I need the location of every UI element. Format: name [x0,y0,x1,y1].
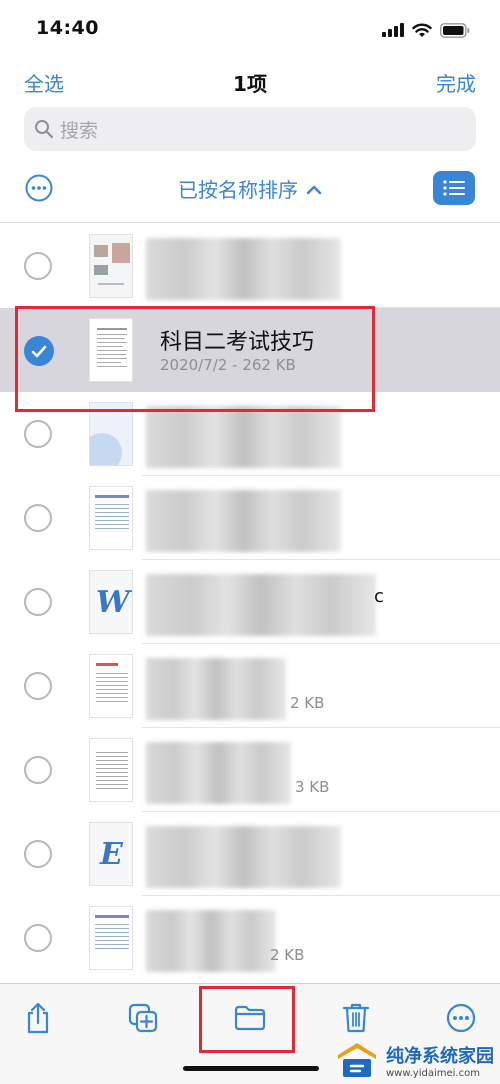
battery-icon [440,22,470,38]
redacted-filename [146,910,276,972]
nav-bar: 全选 1项 完成 [0,58,500,102]
file-row[interactable]: W c [0,560,500,644]
file-row[interactable]: 2 KB [0,644,500,728]
status-icons [382,20,470,40]
file-row[interactable] [0,224,500,308]
file-thumbnail [89,906,133,970]
status-bar: 14:40 [0,0,500,58]
more-icon [446,1003,476,1033]
page-title: 1项 [233,72,267,96]
file-meta: 2 KB [290,694,325,712]
file-thumbnail [89,234,133,298]
file-thumbnail [89,738,133,802]
redacted-filename [146,490,341,552]
selection-circle[interactable] [24,924,52,952]
redacted-filename [146,826,341,888]
selection-circle[interactable] [24,672,52,700]
redacted-filename [146,238,341,300]
word-doc-icon: W [89,570,133,634]
redacted-filename [146,658,286,720]
redacted-filename [146,742,291,804]
watermark-logo-icon [338,1043,376,1077]
excel-doc-icon: E [89,822,133,886]
file-thumbnail [89,486,133,550]
file-thumbnail [89,654,133,718]
file-meta: 3 KB [295,778,330,796]
file-row[interactable]: E [0,812,500,896]
sort-bar: 已按名称排序 [0,160,500,216]
redacted-filename [146,574,376,636]
trash-icon [342,1003,370,1033]
share-icon [27,1002,49,1034]
file-meta: 2 KB [270,946,305,964]
file-row[interactable]: 3 KB [0,728,500,812]
share-button[interactable] [18,998,58,1038]
selection-circle[interactable] [24,504,52,532]
selection-circle[interactable] [24,252,52,280]
more-button[interactable] [441,998,481,1038]
home-indicator [183,1066,319,1071]
search-icon [35,120,54,139]
search-input[interactable]: 搜索 [24,107,476,151]
search-placeholder: 搜索 [60,119,99,142]
redacted-filename [146,406,341,468]
folder-highlight-box [199,986,295,1053]
word-letter: W [96,585,130,620]
file-row[interactable] [0,476,500,560]
sort-toggle[interactable]: 已按名称排序 [0,174,500,203]
watermark: 纯净系统家园 www.yidaimei.com [334,1039,494,1081]
file-row[interactable]: 2 KB [0,896,500,980]
selection-circle[interactable] [24,588,52,616]
wifi-icon [412,23,432,37]
excel-letter: E [100,837,123,872]
sort-label: 已按名称排序 [178,178,298,202]
signal-icon [382,23,404,37]
list-icon [443,180,465,196]
duplicate-icon [128,1003,158,1033]
highlight-box [15,306,375,412]
delete-button[interactable] [336,998,376,1038]
done-button[interactable]: 完成 [436,68,476,97]
watermark-title: 纯净系统家园 [386,1045,494,1067]
chevron-up-icon [306,185,322,195]
status-time: 14:40 [36,17,99,39]
selection-circle[interactable] [24,420,52,448]
selection-circle[interactable] [24,756,52,784]
selection-circle[interactable] [24,840,52,868]
list-view-button[interactable] [433,171,475,205]
watermark-url: www.yidaimei.com [386,1067,480,1079]
file-name: c [374,586,384,607]
duplicate-button[interactable] [123,998,163,1038]
divider [0,222,500,223]
